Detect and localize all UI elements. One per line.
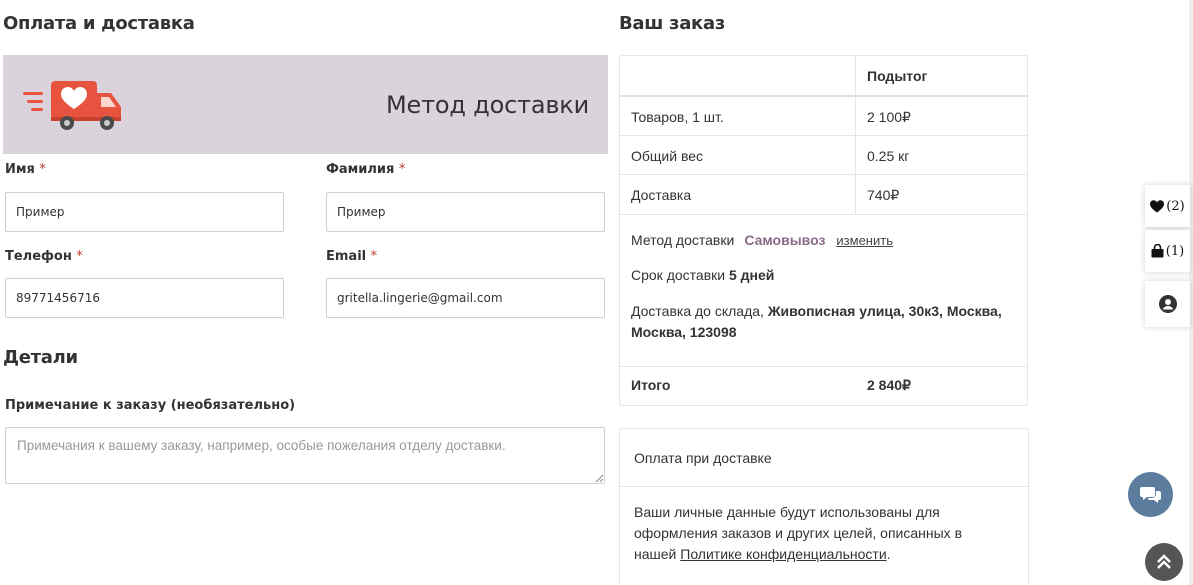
order-note-textarea[interactable]: [5, 427, 605, 484]
resize-grip-icon[interactable]: [594, 473, 604, 483]
shipping-address-label: Доставка до склада,: [631, 303, 764, 319]
account-button[interactable]: [1145, 281, 1190, 327]
table-row: Товаров, 1 шт. 2 100₽: [620, 97, 1027, 136]
table-row: Доставка 740₽: [620, 175, 1027, 215]
required-mark: *: [76, 249, 83, 264]
order-summary-table: Подытог Товаров, 1 шт. 2 100₽ Общий вес …: [619, 55, 1028, 406]
last-name-label: Фамилия *: [326, 162, 405, 177]
first-name-label-text: Имя: [5, 162, 35, 177]
privacy-notice: Ваши личные данные будут использованы дл…: [634, 502, 1004, 565]
last-name-input[interactable]: [326, 192, 605, 232]
row-label: Общий вес: [631, 148, 704, 164]
heart-icon: [1150, 199, 1165, 212]
shipping-method-value: Самовывоз: [744, 232, 826, 248]
email-label: Email *: [326, 249, 377, 264]
first-name-label: Имя *: [5, 162, 46, 177]
email-input[interactable]: [326, 278, 605, 318]
total-row: Итого 2 840₽: [620, 367, 1027, 405]
last-name-label-text: Фамилия: [326, 162, 395, 177]
wishlist-button[interactable]: (2): [1145, 185, 1190, 227]
table-header-row: Подытог: [620, 56, 1027, 97]
phone-label: Телефон *: [5, 249, 83, 264]
delivery-truck-icon: [23, 81, 121, 130]
banner-title: Метод доставки: [386, 91, 589, 119]
row-value: 2 100₽: [867, 109, 911, 125]
phone-input[interactable]: [5, 278, 284, 318]
details-title: Детали: [3, 347, 78, 368]
row-value: 0.25 кг: [867, 148, 910, 164]
order-title: Ваш заказ: [619, 13, 725, 34]
privacy-text-end: .: [886, 546, 891, 562]
total-value: 2 840₽: [867, 377, 911, 393]
row-label: Товаров, 1 шт.: [631, 109, 724, 125]
shipping-method-line: Метод доставки Самовывоз изменить: [631, 230, 893, 251]
phone-label-text: Телефон: [5, 249, 72, 264]
shopping-bag-icon: [1151, 244, 1164, 258]
billing-title: Оплата и доставка: [3, 13, 195, 34]
required-mark: *: [39, 162, 46, 177]
shipping-term-line: Срок доставки 5 дней: [631, 265, 774, 286]
cart-button[interactable]: (1): [1145, 230, 1190, 272]
payment-method[interactable]: Оплата при доставке: [634, 450, 772, 466]
required-mark: *: [398, 162, 406, 177]
required-mark: *: [370, 249, 378, 264]
double-chevron-up-icon: [1157, 554, 1171, 569]
order-note-label: Примечание к заказу (необязательно): [5, 398, 296, 413]
shipping-address-line: Доставка до склада, Живописная улица, 30…: [631, 301, 1021, 343]
privacy-policy-link[interactable]: Политике конфиденциальности: [680, 546, 886, 562]
shipping-details: Метод доставки Самовывоз изменить Срок дос…: [620, 215, 1027, 367]
shipping-method-label: Метод доставки: [631, 232, 735, 248]
column-divider: [855, 56, 856, 215]
wishlist-count: (2): [1166, 198, 1185, 214]
payment-divider: [620, 486, 1028, 487]
cart-count: (1): [1165, 243, 1185, 259]
table-row: Общий вес 0.25 кг: [620, 136, 1027, 175]
payment-box: Оплата при доставке Ваши личные данные б…: [619, 428, 1029, 585]
email-label-text: Email: [326, 249, 367, 264]
user-circle-icon: [1158, 295, 1177, 313]
chat-button[interactable]: [1128, 472, 1173, 517]
shipping-term-value: 5 дней: [728, 267, 775, 283]
chat-bubbles-icon: [1139, 486, 1161, 503]
first-name-input[interactable]: [5, 192, 284, 232]
shipping-term-label: Срок доставки: [631, 267, 726, 283]
shipping-method-banner: Метод доставки: [3, 55, 608, 154]
change-shipping-link[interactable]: изменить: [836, 233, 893, 248]
row-value: 740₽: [867, 187, 900, 203]
total-label: Итого: [631, 377, 671, 393]
scroll-to-top-button[interactable]: [1145, 543, 1183, 581]
subtotal-header: Подытог: [867, 68, 928, 84]
row-label: Доставка: [631, 187, 692, 203]
